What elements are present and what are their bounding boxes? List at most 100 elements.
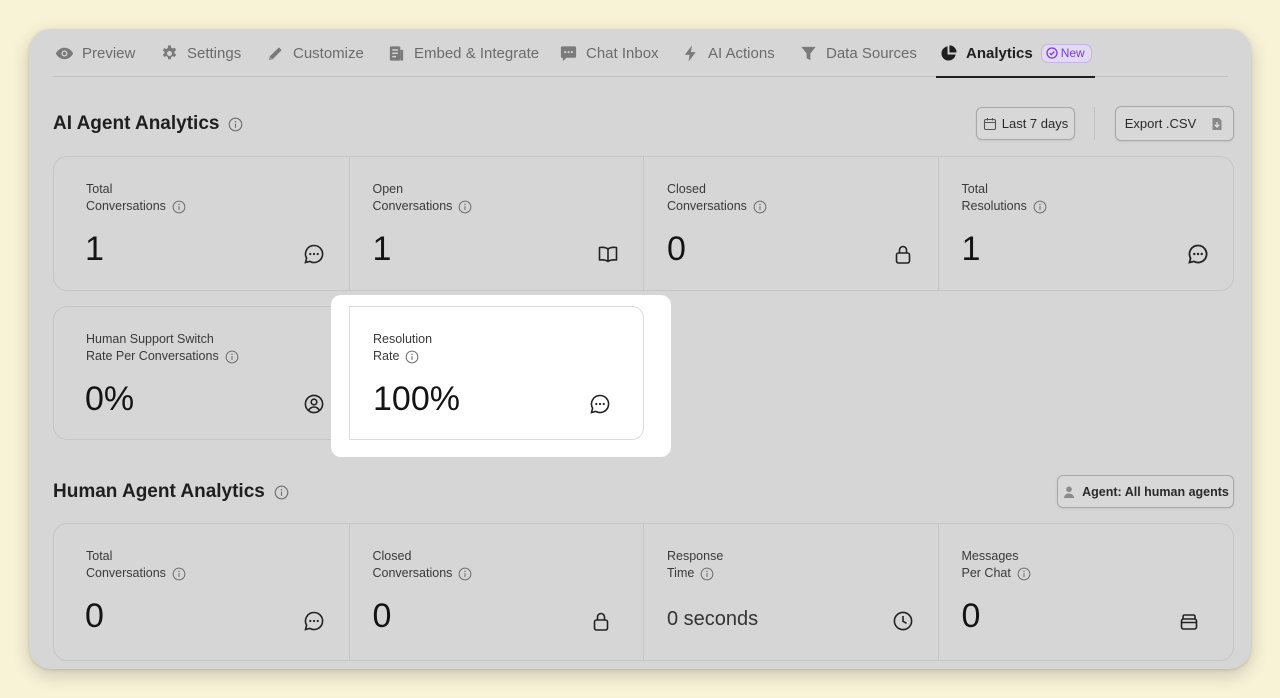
metric-label-line1: Resolution <box>373 332 433 346</box>
tab-label: Customize <box>293 44 364 62</box>
metric-label: Messages Per Chat <box>962 548 1031 582</box>
tab-label: Chat Inbox <box>586 44 659 62</box>
export-csv-button[interactable]: Export .CSV <box>1115 106 1234 141</box>
metric-value: 1 <box>372 230 392 268</box>
tab-label: Data Sources <box>826 44 917 62</box>
toolbar-divider <box>1094 107 1095 140</box>
date-range-button[interactable]: Last 7 days <box>976 107 1075 140</box>
metric-label-line1: Open <box>372 182 404 196</box>
check-circle-icon <box>1046 47 1058 59</box>
chat-dots-icon <box>589 393 611 415</box>
metric-label-line2: Conversations <box>372 199 453 213</box>
metric-label-line2: Time <box>667 566 695 580</box>
section-title-text: AI Agent Analytics <box>53 113 220 134</box>
file-download-icon <box>1210 117 1224 131</box>
metric-label: Resolution Rate <box>373 331 432 365</box>
metric-label-line2: Rate <box>373 349 400 363</box>
metric-value: 0 <box>961 597 981 635</box>
tab-label: AI Actions <box>708 44 775 62</box>
tab-preview[interactable]: Preview <box>55 29 135 77</box>
info-icon[interactable] <box>1033 200 1047 214</box>
metric-label: Closed Conversations <box>667 181 767 215</box>
chat-dots-icon <box>303 610 325 632</box>
tab-data-sources[interactable]: Data Sources <box>799 29 917 77</box>
metric-label: Response Time <box>667 548 723 582</box>
tab-label: Preview <box>82 44 136 62</box>
metric-value: 0 seconds <box>667 608 759 630</box>
metric-label-line1: Total <box>86 182 113 196</box>
agent-filter-button[interactable]: Agent: All human agents <box>1057 475 1234 508</box>
info-icon[interactable] <box>228 117 243 132</box>
pencil-icon <box>266 44 285 63</box>
date-range-label: Last 7 days <box>1001 116 1069 131</box>
lightning-icon <box>681 44 700 63</box>
ai-analytics-title: AI Agent Analytics <box>53 112 243 136</box>
person-icon <box>1062 485 1076 499</box>
info-icon[interactable] <box>274 485 289 500</box>
metric-label-line1: Closed <box>667 182 706 196</box>
metric-value: 0% <box>85 380 135 418</box>
info-icon[interactable] <box>458 567 472 581</box>
app-window: Preview Settings Customize Embed & Integ… <box>29 29 1251 669</box>
tab-label: Settings <box>187 44 242 62</box>
info-icon[interactable] <box>172 567 186 581</box>
book-open-icon <box>597 243 619 265</box>
metric-label-line1: Messages <box>961 549 1019 563</box>
section-title-text: Human Agent Analytics <box>53 481 265 502</box>
metric-label: Total Conversations <box>86 181 186 215</box>
info-icon[interactable] <box>172 200 186 214</box>
info-icon[interactable] <box>225 350 239 364</box>
metric-value: 1 <box>85 230 104 268</box>
export-label: Export .CSV <box>1124 116 1197 131</box>
metric-card-total-resolutions: Total Resolutions 1 <box>939 157 1234 290</box>
metric-label-line2: Per Chat <box>961 566 1011 580</box>
metric-value: 1 <box>961 230 981 268</box>
info-icon[interactable] <box>405 350 419 364</box>
human-analytics-title: Human Agent Analytics <box>53 480 289 504</box>
metric-label-line1: Total <box>961 182 988 196</box>
metric-label-line1: Total <box>86 549 113 563</box>
tab-analytics[interactable]: Analytics New <box>936 29 1095 78</box>
tab-embed-integrate[interactable]: Embed & Integrate <box>387 29 539 77</box>
metric-label: Closed Conversations <box>373 548 473 582</box>
metric-label-line2: Conversations <box>372 566 453 580</box>
metric-label-line1: Response <box>667 549 724 563</box>
tab-settings[interactable]: Settings <box>160 29 241 77</box>
metric-label-line1: Closed <box>372 549 412 563</box>
metric-card-open-conversations: Open Conversations 1 <box>350 157 644 290</box>
metric-label: Human Support Switch Rate Per Conversati… <box>86 331 239 365</box>
metric-value: 0 <box>85 597 104 635</box>
chat-dots-icon <box>1187 243 1209 265</box>
lock-icon <box>590 610 612 632</box>
metric-label-line2: Conversations <box>667 199 747 213</box>
metric-card-closed-conversations: Closed Conversations 0 <box>644 157 939 290</box>
info-icon[interactable] <box>753 200 767 214</box>
metric-card-total-conversations: Total Conversations 1 <box>54 157 350 290</box>
tab-chat-inbox[interactable]: Chat Inbox <box>559 29 659 77</box>
tab-label: Analytics <box>966 44 1033 62</box>
info-icon[interactable] <box>1017 567 1031 581</box>
metric-label-line2: Rate Per Conversations <box>86 349 219 363</box>
tab-ai-actions[interactable]: AI Actions <box>681 29 775 77</box>
gear-icon <box>160 44 179 63</box>
info-icon[interactable] <box>458 200 472 214</box>
document-icon <box>387 44 406 63</box>
clock-icon <box>892 610 914 632</box>
metric-card-human-closed-conversations: Closed Conversations 0 <box>350 524 644 660</box>
lock-icon <box>892 243 914 265</box>
metric-value: 0 <box>372 597 392 635</box>
metric-card-response-time: Response Time 0 seconds <box>644 524 939 660</box>
chat-bubble-icon <box>559 44 578 63</box>
calendar-icon <box>983 117 997 131</box>
pie-chart-icon <box>939 44 958 63</box>
metric-card-resolution-rate[interactable]: Resolution Rate 100% <box>349 306 644 440</box>
ai-metrics-row-2: Human Support Switch Rate Per Conversati… <box>53 306 373 440</box>
info-icon[interactable] <box>700 567 714 581</box>
tab-customize[interactable]: Customize <box>266 29 364 77</box>
eye-icon <box>55 44 74 63</box>
funnel-icon <box>799 44 818 63</box>
metric-label: Total Resolutions <box>962 181 1047 215</box>
ai-metrics-row-1: Total Conversations 1 Open Conversations… <box>53 156 1234 291</box>
metric-card-human-switch-rate: Human Support Switch Rate Per Conversati… <box>54 307 350 439</box>
inbox-tray-icon <box>1178 610 1200 632</box>
